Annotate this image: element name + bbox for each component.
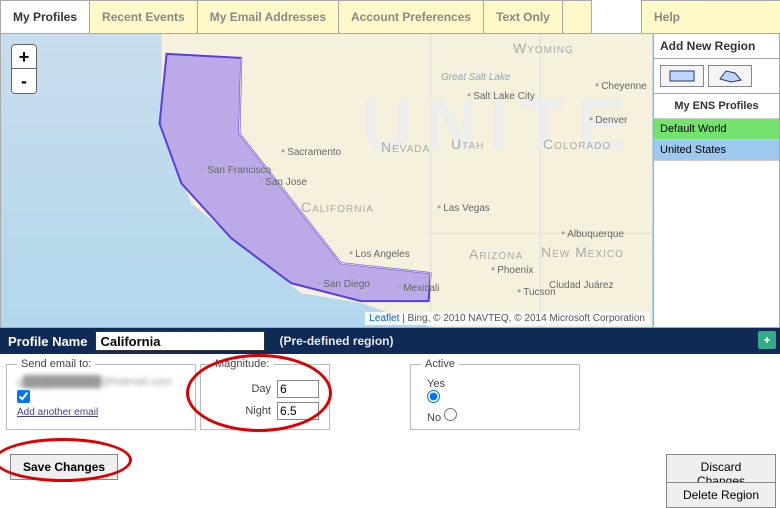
profile-row-united-states[interactable]: United States (654, 140, 779, 161)
city-sacramento: Sacramento (281, 144, 341, 158)
tab-bar: My Profiles Recent Events My Email Addre… (0, 0, 780, 34)
city-salt-lake-city: Salt Lake City (467, 88, 535, 102)
city-albuquerque: Albuquerque (561, 226, 624, 240)
my-ens-profiles-heading: My ENS Profiles (654, 94, 779, 119)
email-address-blurred: g██████████@hotmail.com (17, 376, 172, 388)
main-row: + - UNITE California Nevada Utah Colorad… (0, 34, 780, 328)
city-phoenix: Phoenix (491, 262, 533, 276)
tab-help[interactable]: Help (641, 0, 780, 33)
expand-button[interactable]: + (758, 331, 776, 349)
tab-my-profiles[interactable]: My Profiles (0, 0, 90, 33)
state-label-colorado: Colorado (543, 136, 611, 152)
profile-row-default-world[interactable]: Default World (654, 119, 779, 140)
delete-region-button[interactable]: Delete Region (666, 482, 776, 508)
state-label-utah: Utah (451, 136, 484, 152)
zoom-control: + - (11, 44, 37, 94)
predefined-region-label: (Pre-defined region) (279, 334, 393, 348)
region-shape-buttons (654, 59, 779, 94)
active-no-row: No (427, 408, 569, 424)
map-attribution: Leaflet | Bing, © 2010 NAVTEQ, © 2014 Mi… (365, 312, 649, 325)
zoom-out-button[interactable]: - (12, 69, 36, 93)
active-yes-radio[interactable] (427, 390, 440, 403)
state-label-new-mexico: New Mexico (541, 244, 624, 260)
magnitude-legend: Magnitude: (211, 358, 273, 370)
label-great-salt-lake: Great Salt Lake (441, 72, 510, 83)
city-san-jose: San Jose (259, 174, 307, 188)
active-no-label: No (427, 412, 441, 424)
state-label-arizona: Arizona (469, 246, 523, 262)
map[interactable]: + - UNITE California Nevada Utah Colorad… (0, 34, 654, 328)
leaflet-link[interactable]: Leaflet (369, 313, 399, 324)
map-attr-text: | Bing, © 2010 NAVTEQ, © 2014 Microsoft … (399, 313, 645, 324)
state-label-wyoming: Wyoming (513, 40, 574, 56)
polygon-region-button[interactable] (708, 65, 752, 87)
add-new-region-heading: Add New Region (654, 34, 779, 59)
email-legend: Send email to: (17, 358, 95, 370)
tab-my-email[interactable]: My Email Addresses (197, 0, 339, 33)
city-cheyenne: Cheyenne (595, 78, 647, 92)
tab-recent-events[interactable]: Recent Events (89, 0, 198, 33)
city-los-angeles: Los Angeles (349, 246, 410, 260)
tab-account-preferences[interactable]: Account Preferences (338, 0, 484, 33)
magnitude-fieldset: Magnitude: Day Night (200, 358, 330, 430)
email-fieldset: Send email to: g██████████@hotmail.com A… (6, 358, 196, 430)
profile-form: Send email to: g██████████@hotmail.com A… (0, 354, 780, 505)
save-changes-button[interactable]: Save Changes (10, 454, 118, 480)
profile-name-label: Profile Name (8, 334, 87, 349)
state-label-nevada: Nevada (381, 139, 430, 155)
active-yes-label: Yes (427, 378, 445, 390)
tab-spacer (562, 0, 592, 33)
magnitude-day-label: Day (251, 383, 271, 395)
magnitude-day-input[interactable] (277, 380, 319, 398)
polygon-icon (717, 69, 743, 83)
state-label-california: California (301, 199, 374, 215)
active-legend: Active (421, 358, 459, 370)
rectangle-region-button[interactable] (660, 65, 704, 87)
city-ciudad-juarez: Ciudad Juárez (549, 280, 613, 291)
magnitude-night-input[interactable] (277, 402, 319, 420)
right-column: Add New Region My ENS Profiles Default W… (654, 34, 780, 328)
city-mexicali: Mexicali (397, 280, 439, 294)
profile-name-bar: Profile Name (Pre-defined region) + (0, 328, 780, 354)
active-yes-row: Yes (427, 378, 569, 406)
city-san-diego: San Diego (317, 276, 370, 290)
profile-name-input[interactable] (95, 331, 265, 351)
city-denver: Denver (589, 112, 627, 126)
zoom-in-button[interactable]: + (12, 45, 36, 69)
active-no-radio[interactable] (444, 408, 457, 421)
email-checkbox[interactable] (17, 390, 30, 403)
tab-text-only[interactable]: Text Only (483, 0, 563, 33)
add-another-email-link[interactable]: Add another email (17, 407, 185, 418)
rectangle-icon (668, 69, 696, 83)
magnitude-night-label: Night (245, 405, 271, 417)
active-fieldset: Active Yes No (410, 358, 580, 430)
city-las-vegas: Las Vegas (437, 200, 490, 214)
